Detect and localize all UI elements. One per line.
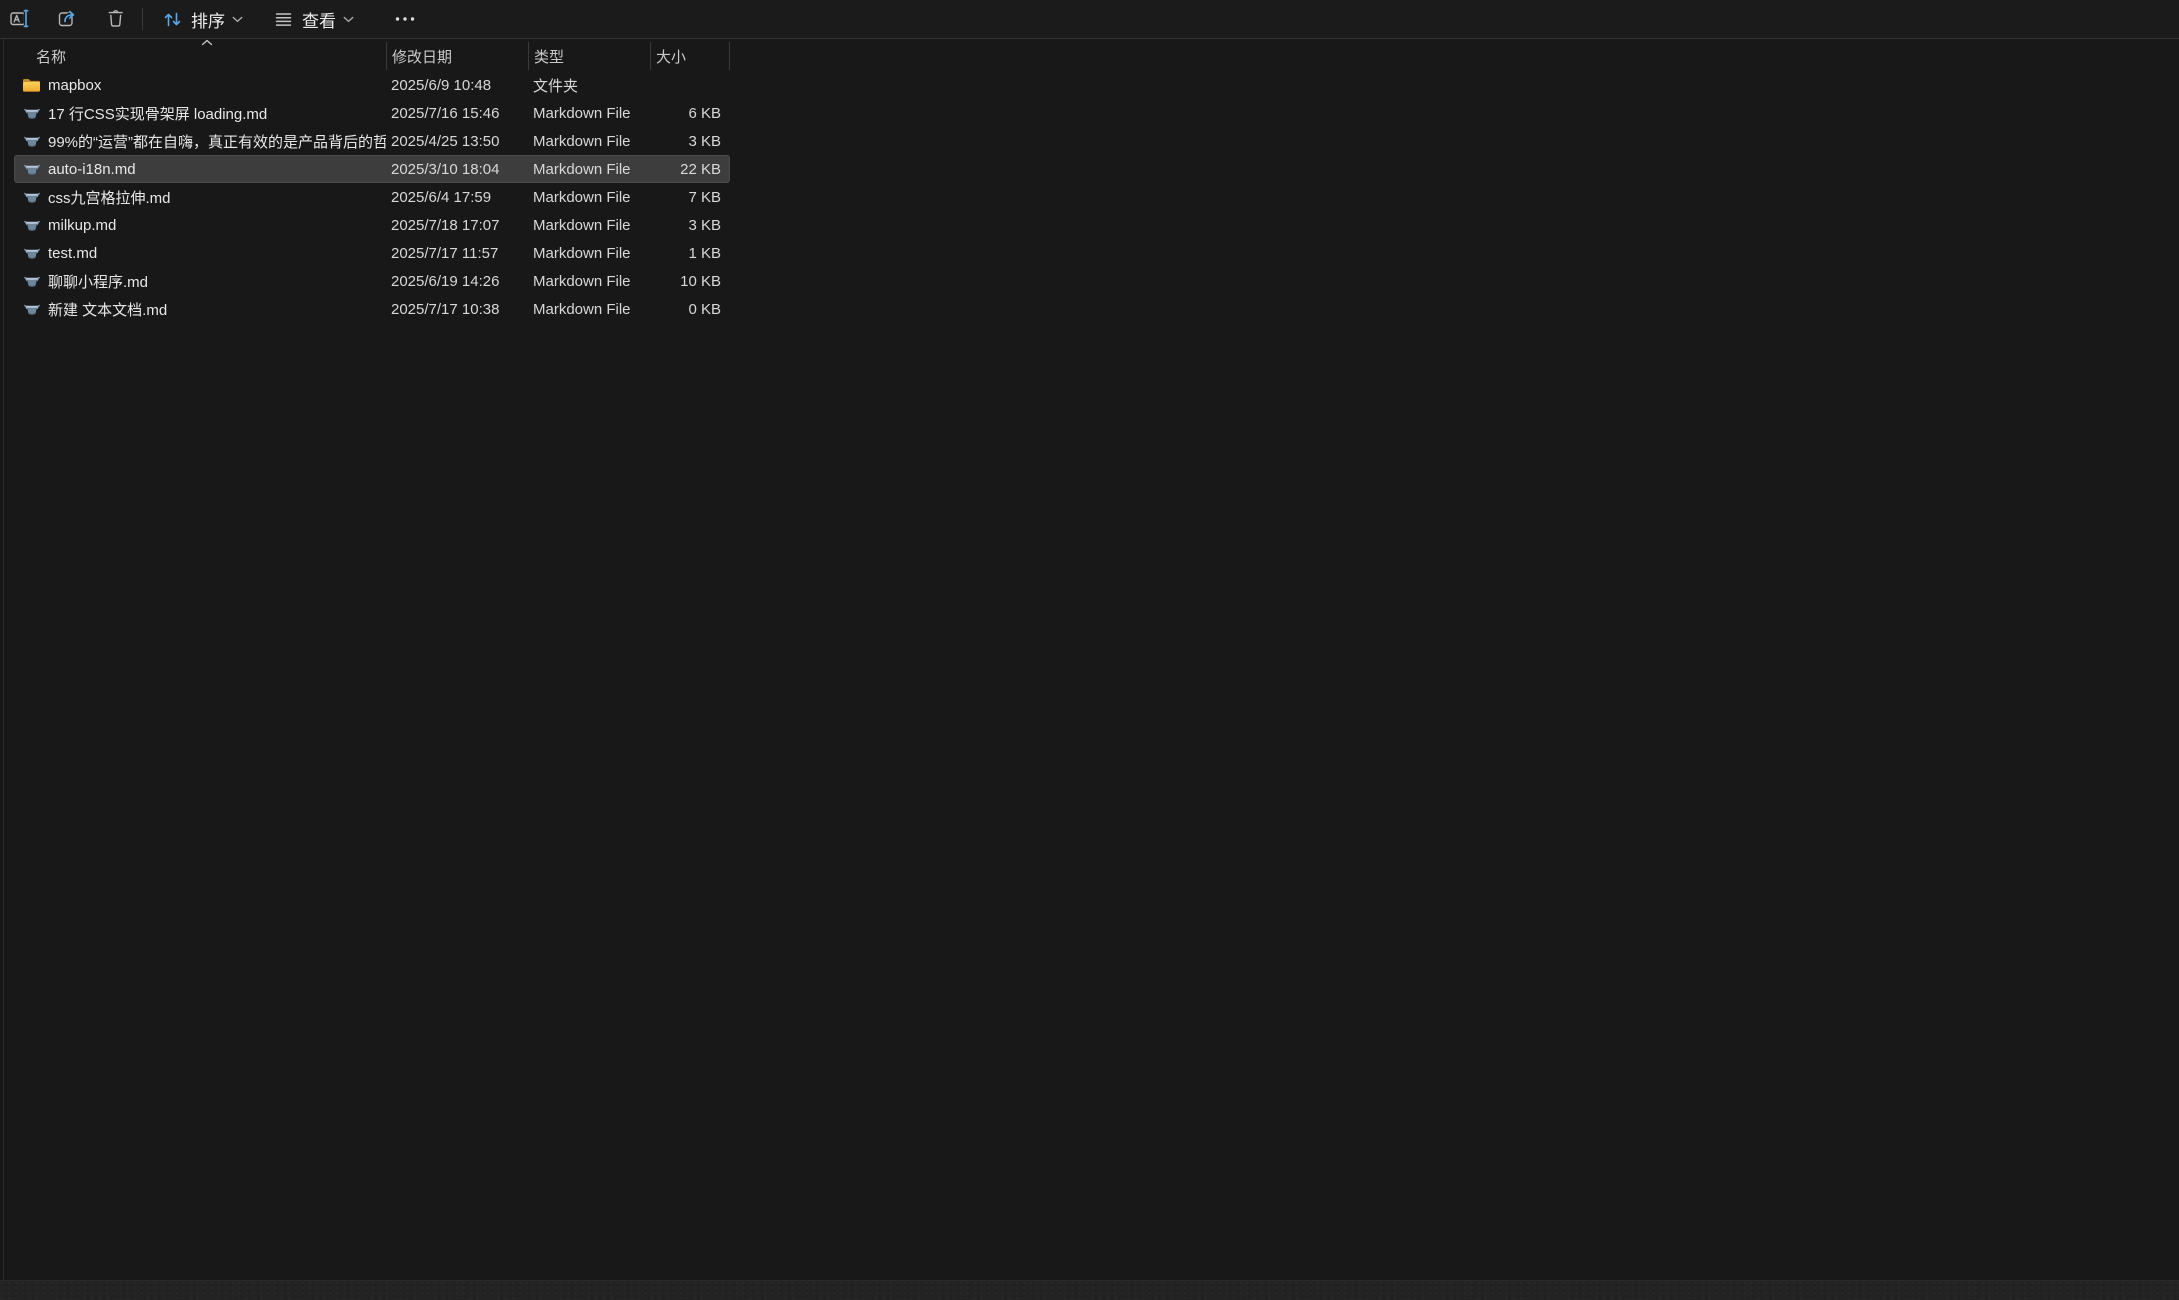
file-row[interactable]: 17 行CSS实现骨架屏 loading.md 2025/7/16 15:46 …	[14, 99, 730, 127]
file-date-modified: 2025/6/4 17:59	[386, 189, 528, 206]
toolbar-divider	[142, 8, 143, 30]
sort-arrows-icon	[162, 9, 183, 30]
file-type: Markdown File	[528, 105, 650, 122]
file-name: 99%的“运营”都在自嗨，真正有效的是产品背后的哲学.md	[48, 131, 386, 152]
column-header-size[interactable]: 大小	[650, 42, 730, 70]
file-name-cell: 新建 文本文档.md	[14, 299, 386, 320]
file-size: 1 KB	[650, 245, 730, 262]
file-size: 7 KB	[650, 189, 730, 206]
chevron-down-icon	[232, 16, 243, 23]
markdown-file-icon	[22, 273, 41, 290]
file-date-modified: 2025/7/16 15:46	[386, 105, 528, 122]
file-date-modified: 2025/7/17 11:57	[386, 245, 528, 262]
file-name: 17 行CSS实现骨架屏 loading.md	[48, 103, 267, 124]
column-header-type[interactable]: 类型	[528, 42, 650, 70]
file-row[interactable]: milkup.md 2025/7/18 17:07 Markdown File …	[14, 211, 730, 239]
file-name-cell: test.md	[14, 245, 386, 262]
file-type: Markdown File	[528, 133, 650, 150]
toolbar: 排序 查看	[0, 0, 2179, 39]
file-date-modified: 2025/3/10 18:04	[386, 161, 528, 178]
file-type: Markdown File	[528, 273, 650, 290]
file-name-cell: milkup.md	[14, 217, 386, 234]
file-name: milkup.md	[48, 217, 116, 234]
file-row[interactable]: 新建 文本文档.md 2025/7/17 10:38 Markdown File…	[14, 295, 730, 323]
file-name: 聊聊小程序.md	[48, 271, 148, 292]
file-row[interactable]: css九宫格拉伸.md 2025/6/4 17:59 Markdown File…	[14, 183, 730, 211]
file-type: Markdown File	[528, 217, 650, 234]
file-size: 3 KB	[650, 217, 730, 234]
share-icon	[56, 7, 80, 31]
file-name: css九宫格拉伸.md	[48, 187, 171, 208]
file-name: auto-i18n.md	[48, 161, 136, 178]
column-header-row: 名称 修改日期 类型 大小	[14, 40, 730, 70]
file-explorer-window: 排序 查看	[0, 0, 2179, 1300]
sort-button-label: 排序	[191, 7, 225, 32]
markdown-file-icon	[22, 217, 41, 234]
column-header-date-modified[interactable]: 修改日期	[386, 42, 528, 70]
file-type: Markdown File	[528, 189, 650, 206]
pane-separator	[3, 39, 4, 1280]
file-name: mapbox	[48, 77, 101, 94]
rename-button[interactable]	[2, 3, 38, 35]
markdown-file-icon	[22, 245, 41, 262]
rename-icon	[8, 7, 32, 31]
file-name-cell: 17 行CSS实现骨架屏 loading.md	[14, 103, 386, 124]
share-button[interactable]	[50, 3, 86, 35]
file-name-cell: auto-i18n.md	[14, 161, 386, 178]
column-header-name[interactable]: 名称	[14, 42, 386, 70]
file-date-modified: 2025/6/9 10:48	[386, 77, 528, 94]
file-row[interactable]: 99%的“运营”都在自嗨，真正有效的是产品背后的哲学.md 2025/4/25 …	[14, 127, 730, 155]
file-size: 22 KB	[650, 161, 730, 178]
markdown-file-icon	[22, 301, 41, 318]
bottom-strip	[0, 1280, 2179, 1300]
file-size: 6 KB	[650, 105, 730, 122]
file-row[interactable]: test.md 2025/7/17 11:57 Markdown File 1 …	[14, 239, 730, 267]
file-type: Markdown File	[528, 301, 650, 318]
view-button-label: 查看	[302, 7, 336, 32]
file-row[interactable]: auto-i18n.md 2025/3/10 18:04 Markdown Fi…	[14, 155, 730, 183]
file-date-modified: 2025/6/19 14:26	[386, 273, 528, 290]
sort-button[interactable]: 排序	[153, 3, 252, 35]
file-type: Markdown File	[528, 245, 650, 262]
trash-icon	[104, 7, 128, 31]
file-row[interactable]: 聊聊小程序.md 2025/6/19 14:26 Markdown File 1…	[14, 267, 730, 295]
file-name-cell: css九宫格拉伸.md	[14, 187, 386, 208]
file-list: mapbox 2025/6/9 10:48 文件夹	[14, 71, 730, 323]
file-row[interactable]: mapbox 2025/6/9 10:48 文件夹	[14, 71, 730, 99]
file-name: test.md	[48, 245, 97, 262]
markdown-file-icon	[22, 133, 41, 150]
file-date-modified: 2025/4/25 13:50	[386, 133, 528, 150]
file-name-cell: mapbox	[14, 77, 386, 94]
chevron-down-icon	[343, 16, 354, 23]
markdown-file-icon	[22, 189, 41, 206]
file-date-modified: 2025/7/18 17:07	[386, 217, 528, 234]
more-options-button[interactable]	[387, 3, 423, 35]
file-type: 文件夹	[528, 75, 650, 96]
file-name-cell: 聊聊小程序.md	[14, 271, 386, 292]
file-name: 新建 文本文档.md	[48, 299, 167, 320]
file-date-modified: 2025/7/17 10:38	[386, 301, 528, 318]
file-name-cell: 99%的“运营”都在自嗨，真正有效的是产品背后的哲学.md	[14, 131, 386, 152]
file-size: 0 KB	[650, 301, 730, 318]
view-button[interactable]: 查看	[264, 3, 363, 35]
file-size: 10 KB	[650, 273, 730, 290]
file-type: Markdown File	[528, 161, 650, 178]
ellipsis-icon	[393, 9, 417, 29]
file-size: 3 KB	[650, 133, 730, 150]
folder-icon	[22, 77, 41, 94]
markdown-file-icon	[22, 105, 41, 122]
markdown-file-icon	[22, 161, 41, 178]
delete-button[interactable]	[98, 3, 134, 35]
view-lines-icon	[273, 9, 294, 30]
